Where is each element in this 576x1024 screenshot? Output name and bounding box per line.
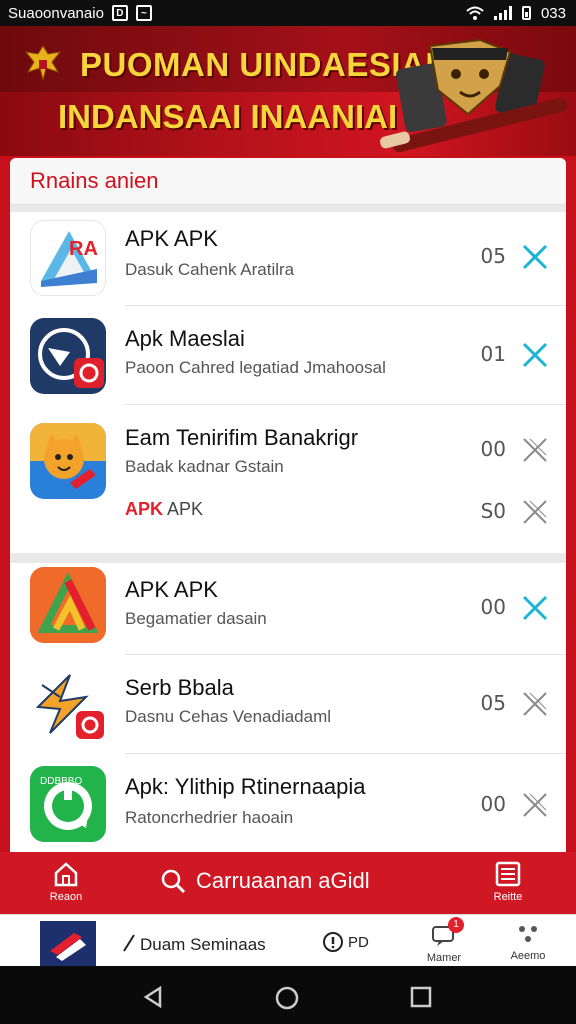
list-item[interactable]: Eam Tenirifim Banakrigr Badak kadnar Gst… — [10, 405, 566, 553]
garuda-emblem-icon — [24, 45, 62, 81]
app-subtitle: Paoon Cahred legatiad Jmahoosal — [125, 358, 386, 377]
member-label: Mamer — [426, 952, 462, 964]
status-left-text: Suaoonvanaio — [8, 4, 104, 22]
tab-label[interactable]: Duam Seminaas — [140, 935, 266, 955]
recents-icon[interactable] — [410, 986, 432, 1008]
app-title: Apk Maeslai — [125, 326, 245, 351]
close-icon[interactable] — [520, 435, 550, 465]
app-count: 00 — [480, 792, 506, 816]
app-subtitle: Ratoncrhedrier haoain — [125, 808, 294, 827]
home-button[interactable]: Reaon — [36, 860, 96, 903]
bottom-action-bar: Reaon Carruaanan aGidl Reitte — [0, 852, 576, 914]
banner-illustration — [380, 38, 568, 153]
home-nav-icon[interactable] — [275, 986, 299, 1010]
close-icon[interactable] — [520, 593, 550, 623]
close-icon[interactable] — [520, 689, 550, 719]
list-item[interactable]: Apk Maeslai Paoon Cahred legatiad Jmahoo… — [10, 306, 566, 404]
battery-icon — [521, 6, 531, 20]
search-icon — [161, 869, 186, 894]
list-item[interactable]: RA APK APK Dasuk Cahenk Aratilra 05 — [10, 212, 566, 306]
apk-tag-red: APK — [125, 499, 164, 519]
section-title: Rnains anien — [30, 168, 159, 193]
list-button[interactable]: Reitte — [478, 860, 538, 903]
wifi-icon — [466, 6, 484, 20]
app-count: 01 — [480, 342, 506, 366]
list-label: Reitte — [493, 891, 523, 903]
app-count: 05 — [480, 691, 506, 715]
app-icon-gamepad: DDBBBO — [30, 766, 106, 842]
close-icon[interactable] — [520, 790, 550, 820]
app-count: 05 — [480, 244, 506, 268]
list-icon — [495, 861, 521, 887]
promo-banner[interactable]: PUOMAN UINDAESIAN INDANSAAI INAANIAI — [0, 26, 576, 156]
svg-text:DDBBBO: DDBBBO — [40, 776, 82, 787]
app-title: Serb Bbala — [125, 675, 234, 700]
app-icon-triangle — [30, 567, 106, 643]
app-extra-count: S0 — [480, 499, 506, 523]
home-label: Reaon — [49, 891, 83, 903]
banner-title-line2: INDANSAAI INAANIAI — [58, 98, 398, 135]
search-label: Carruaanan aGidl — [196, 868, 370, 893]
more-tab[interactable]: Aeemo — [498, 923, 558, 962]
app-icon-dog — [30, 423, 106, 499]
app-thumbnail[interactable] — [40, 921, 96, 967]
section-header: Rnains anien — [10, 158, 566, 205]
close-icon[interactable] — [520, 497, 550, 527]
app-title: Eam Tenirifim Banakrigr — [125, 425, 359, 450]
pd-button[interactable]: PD — [322, 931, 369, 953]
app-subtitle: Begamatier dasain — [125, 609, 267, 628]
list-item[interactable]: APK APK Begamatier dasain 00 — [10, 563, 566, 655]
more-icon — [519, 926, 537, 942]
status-time: 033 — [540, 4, 566, 22]
close-icon[interactable] — [520, 340, 550, 370]
list-item[interactable]: Serb Bbala Dasnu Cehas Venadiadaml 05 — [10, 655, 566, 753]
pd-label: PD — [348, 933, 369, 951]
apk-tag: APK APK — [125, 499, 203, 520]
info-icon — [323, 932, 343, 952]
app-count: 00 — [480, 437, 506, 461]
search-button[interactable]: Carruaanan aGidl — [160, 868, 370, 894]
close-icon[interactable] — [520, 242, 550, 272]
app-count: 00 — [480, 595, 506, 619]
app-title: APK APK — [125, 577, 218, 602]
app-icon-a: RA — [30, 220, 106, 296]
member-tab[interactable]: 1 Mamer — [414, 917, 474, 964]
system-nav-bar — [0, 966, 576, 1024]
notification-icon: D — [111, 5, 128, 21]
edit-icon — [123, 934, 135, 952]
more-label: Aeemo — [510, 950, 546, 962]
app-subtitle: Dasnu Cehas Venadiadaml — [125, 707, 332, 726]
app-icon-compass — [30, 318, 106, 394]
notification-badge: 1 — [448, 917, 464, 933]
tab-bar: Duam Seminaas PD 1 Mamer Aeemo — [0, 914, 576, 967]
app-subtitle: Dasuk Cahenk Aratilra — [125, 260, 295, 279]
app-title: Apk: Ylithip Rtinernaapia — [125, 774, 366, 799]
app-list-panel: Rnains anien RA APK APK Dasuk Cahenk Ara… — [10, 158, 566, 852]
status-bar: Suaoonvanaio D ~ 033 — [0, 0, 576, 26]
home-icon — [54, 862, 78, 887]
signal-icon — [493, 6, 512, 20]
list-item[interactable]: DDBBBO Apk: Ylithip Rtinernaapia Ratoncr… — [10, 754, 566, 852]
app-subtitle: Badak kadnar Gstain — [125, 457, 284, 476]
back-icon[interactable] — [142, 986, 164, 1008]
svg-text:RA: RA — [69, 238, 98, 260]
app-notification-icon: ~ — [135, 5, 152, 21]
app-icon-lightning — [30, 667, 106, 743]
apk-tag-text: APK — [167, 499, 204, 519]
app-title: APK APK — [125, 226, 218, 251]
